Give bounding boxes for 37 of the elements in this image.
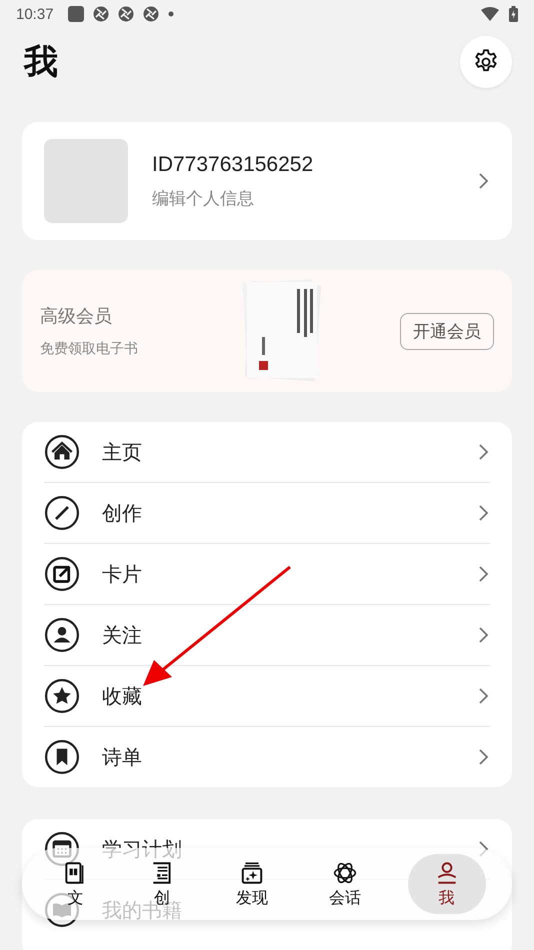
page-title: 我 [24, 42, 58, 83]
menu-item[interactable]: 创作 [44, 482, 490, 543]
app-notification-icon [68, 6, 84, 22]
aperture-icon [118, 6, 134, 22]
home-icon [44, 434, 80, 470]
join-membership-button[interactable]: 开通会员 [400, 312, 494, 350]
pen-icon [44, 495, 80, 531]
aperture-icon [92, 6, 109, 22]
aperture-icon [142, 6, 159, 22]
nav-tab[interactable]: 发现 [222, 856, 282, 912]
nav-tab[interactable]: 文 [48, 856, 102, 912]
menu-item[interactable]: 诗单 [44, 726, 490, 787]
chevron-right-icon [478, 687, 490, 705]
chevron-right-icon [478, 504, 490, 522]
edit-profile-label: 编辑个人信息 [152, 188, 255, 210]
chevron-right-icon [478, 626, 490, 644]
user-id: ID773763156252 [152, 152, 314, 176]
dot-icon [168, 11, 174, 17]
nav-tab[interactable]: 会话 [314, 856, 375, 912]
menu-item[interactable]: 关注 [44, 604, 490, 665]
settings-button[interactable] [460, 36, 512, 88]
person-icon [44, 617, 80, 653]
chevron-right-icon [478, 565, 490, 583]
chevron-right-icon [478, 443, 490, 461]
membership-subtitle: 免费领取电子书 [40, 340, 139, 358]
edit-icon [44, 556, 80, 592]
chevron-right-icon [478, 748, 490, 766]
nav-tab[interactable]: 我 [408, 854, 486, 914]
wifi-icon [481, 7, 499, 21]
chevron-right-icon [478, 172, 490, 190]
menu-item[interactable]: 主页 [44, 422, 490, 482]
membership-title: 高级会员 [40, 305, 113, 328]
menu-item[interactable]: 卡片 [44, 543, 490, 604]
bookmark-icon [44, 739, 80, 775]
profile-card[interactable]: ID773763156252 编辑个人信息 [22, 122, 512, 240]
battery-charging-icon [509, 6, 518, 22]
status-time: 10:37 [16, 6, 54, 22]
